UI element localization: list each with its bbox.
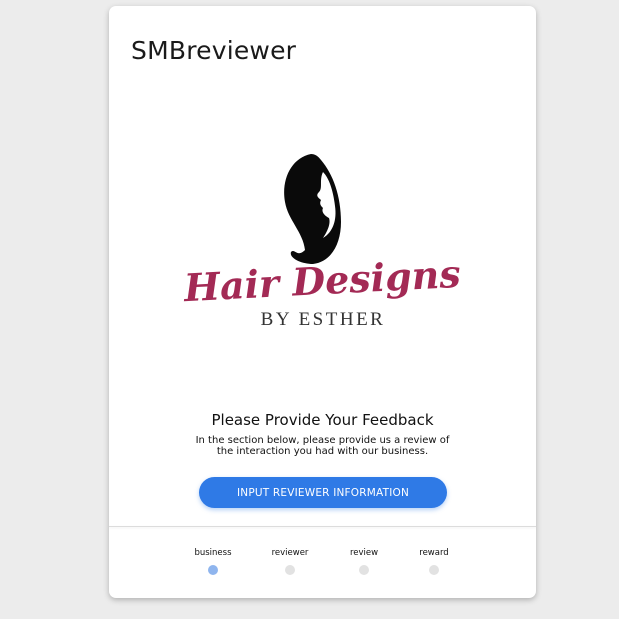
progress-stepper: business reviewer review reward — [109, 548, 536, 588]
app-title: SMBreviewer — [131, 36, 297, 65]
step-indicator-dot — [429, 565, 439, 575]
step-label: review — [349, 548, 379, 558]
step-business[interactable]: business — [173, 548, 253, 575]
woman-silhouette-icon — [284, 154, 341, 264]
step-indicator-dot — [208, 565, 218, 575]
step-review[interactable]: review — [324, 548, 404, 575]
feedback-heading: Please Provide Your Feedback — [211, 411, 434, 429]
step-label: reviewer — [271, 548, 309, 558]
main-card: SMBreviewer Hair Designs BY ESTHER Pleas… — [109, 6, 536, 598]
feedback-description-line-1: In the section below, please provide us … — [195, 435, 450, 446]
feedback-description: In the section below, please provide us … — [179, 435, 466, 457]
feedback-description-line-2: the interaction you had with our busines… — [216, 446, 429, 457]
step-reviewer[interactable]: reviewer — [250, 548, 330, 575]
step-label: business — [194, 548, 232, 558]
business-logo: Hair Designs BY ESTHER — [182, 154, 462, 330]
step-indicator-dot — [359, 565, 369, 575]
logo-subtitle-text: BY ESTHER — [261, 309, 386, 330]
step-reward[interactable]: reward — [394, 548, 474, 575]
logo-script-text: Hair Designs — [182, 251, 462, 310]
input-reviewer-information-button[interactable]: INPUT REVIEWER INFORMATION — [199, 477, 447, 508]
divider — [109, 526, 536, 527]
step-label: reward — [419, 548, 449, 558]
step-indicator-dot — [285, 565, 295, 575]
